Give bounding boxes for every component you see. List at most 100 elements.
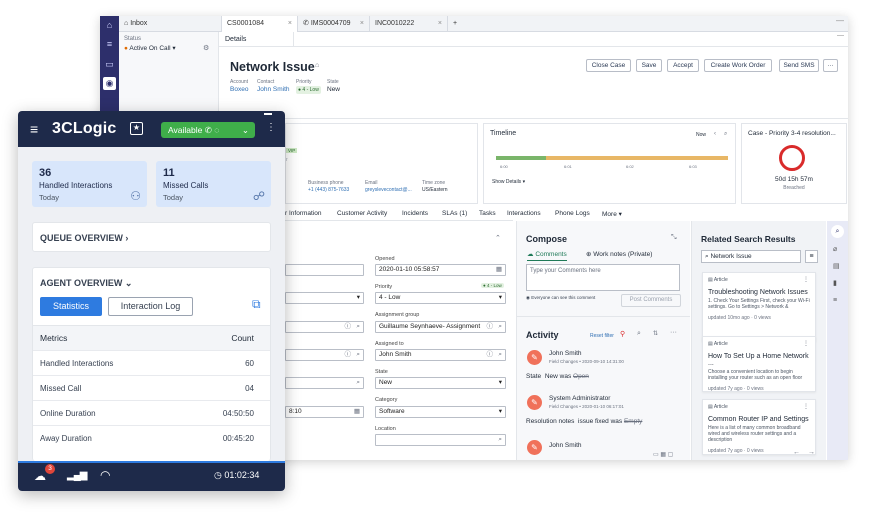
star-icon[interactable]: ★ (130, 122, 143, 135)
now-button[interactable]: Now (696, 132, 706, 138)
search-icon[interactable]: ⌕ (637, 330, 641, 338)
search-icon[interactable]: ⌕ (831, 225, 844, 238)
assigned-to-field[interactable]: John Smith ⓘ ⌕ (375, 349, 506, 361)
search-icon[interactable]: ⌕ (498, 350, 502, 360)
queue-overview-section[interactable]: QUEUE OVERVIEW › (32, 222, 271, 252)
zoom-in-icon[interactable]: ⌕ (724, 131, 727, 138)
tab-phone-logs[interactable]: Phone Logs (555, 210, 590, 217)
form-select-partial[interactable]: ▾ (285, 292, 364, 304)
account-link[interactable]: Boxeo (230, 86, 248, 93)
related-search-input[interactable]: ⌕ Network Issue (701, 250, 801, 263)
zoom-out-icon[interactable]: ‹ (714, 131, 716, 137)
accept-button[interactable]: Accept (667, 59, 699, 72)
send-sms-button[interactable]: Send SMS (779, 59, 819, 72)
handled-interactions-card[interactable]: 36 Handled Interactions Today ⚇ (32, 161, 147, 207)
close-icon[interactable]: × (288, 16, 292, 32)
info-icon[interactable]: ⓘ (345, 350, 352, 360)
close-icon[interactable]: × (438, 16, 442, 32)
close-case-button[interactable]: Close Case (586, 59, 631, 72)
search-icon[interactable]: ⌕ (356, 322, 360, 332)
form-field-partial[interactable] (285, 264, 364, 276)
tab-work-notes[interactable]: ⊕ Work notes (Private) (586, 250, 652, 258)
business-phone-link[interactable]: +1 (443) 875-7633 (308, 187, 349, 193)
tab-customer-activity[interactable]: Customer Activity (337, 210, 387, 217)
menu-icon[interactable]: ≡ (30, 122, 38, 136)
stats-icon[interactable]: ▂▄▆ (67, 470, 87, 481)
tab-inbox[interactable]: ⌂ Inbox (119, 16, 222, 32)
tab-interaction-log[interactable]: Interaction Log (108, 297, 193, 316)
location-field[interactable]: ⌕ (375, 434, 506, 446)
inbox-icon[interactable]: ▭ (103, 58, 116, 71)
tab-details[interactable]: Details (219, 32, 294, 47)
gear-icon[interactable]: ⚙ (203, 44, 209, 52)
sort-icon[interactable]: ⇅ (653, 330, 658, 337)
status-select[interactable]: ● Active On Call ▾ (124, 44, 176, 52)
email-link[interactable]: greyslevecontact@... (365, 187, 412, 193)
tag-icon[interactable]: ⌂ (315, 62, 319, 69)
tab-inc[interactable]: INC0010222 × (370, 16, 448, 32)
tab-information[interactable]: r Information (285, 210, 322, 217)
filter-icon[interactable]: ⚲ (620, 330, 625, 338)
collapse-chevron-icon[interactable]: ⌃ (495, 234, 501, 242)
save-button[interactable]: Save (636, 59, 662, 72)
post-comments-button[interactable]: Post Comments (621, 294, 681, 307)
info-icon[interactable]: ⓘ (486, 322, 493, 332)
related-article-card[interactable]: ▤ Article ⋮ Troubleshooting Network Issu… (702, 272, 816, 342)
comment-textarea[interactable]: Type your Comments here (526, 264, 680, 291)
attachment-icon[interactable]: ⌀ (833, 245, 837, 253)
priority-select[interactable]: 4 - Low ▾ (375, 292, 506, 304)
tab-more[interactable]: More ▾ (602, 210, 622, 218)
missed-calls-card[interactable]: 11 Missed Calls Today ☍ (156, 161, 271, 207)
more-icon[interactable]: ⋮ (803, 340, 809, 347)
external-link-icon[interactable]: ⧉ (252, 297, 261, 312)
file-icon[interactable]: ▮ (833, 279, 837, 287)
more-actions-button[interactable]: ··· (823, 59, 838, 72)
tab-slas[interactable]: SLAs (1) (442, 210, 467, 217)
headset-icon[interactable]: ◠ (100, 468, 110, 482)
more-icon[interactable]: ⋮ (803, 403, 809, 410)
contact-link[interactable]: John Smith (257, 86, 290, 93)
minimize-icon[interactable] (264, 113, 272, 115)
arrow-right-icon[interactable]: → (808, 449, 815, 456)
search-icon[interactable]: ⌕ (498, 435, 502, 445)
minimize-icon[interactable]: — (837, 32, 844, 39)
close-icon[interactable]: × (360, 16, 364, 32)
related-article-card[interactable]: ▤ Article ⋮ Common Router IP and Setting… (702, 399, 816, 455)
tab-incidents[interactable]: Incidents (402, 210, 428, 217)
arrow-left-icon[interactable]: ← (793, 449, 800, 456)
add-tab-button[interactable]: + (448, 16, 464, 32)
tab-interactions[interactable]: Interactions (507, 210, 541, 217)
assignment-group-field[interactable]: Guillaume Seynhaeve- Assignment ⓘ ⌕ (375, 321, 506, 333)
opened-field[interactable]: 2020-01-10 05:58:57 ▦ (375, 264, 506, 276)
form-reference-partial[interactable]: ⓘ ⌕ (285, 321, 364, 333)
tab-statistics[interactable]: Statistics (40, 297, 102, 316)
form-reference-partial[interactable]: ⓘ ⌕ (285, 349, 364, 361)
filter-menu-button[interactable]: ≡ (805, 250, 818, 263)
availability-dropdown[interactable]: Available ✆ ◌ ⌄ (161, 122, 255, 138)
tab-tasks[interactable]: Tasks (479, 210, 496, 217)
list-icon[interactable]: ≡ (103, 38, 116, 51)
agent-icon[interactable]: ◉ (103, 77, 116, 90)
minimize-icon[interactable]: — (836, 16, 844, 25)
more-icon[interactable]: ⋮ (803, 276, 809, 283)
search-icon[interactable]: ⌕ (498, 322, 502, 332)
home-icon[interactable]: ⌂ (103, 19, 116, 32)
create-work-order-button[interactable]: Create Work Order (704, 59, 772, 72)
calendar-icon[interactable]: ▦ (496, 265, 502, 275)
form-datetime-partial[interactable]: 8:10 ▦ (285, 406, 364, 418)
state-select[interactable]: New ▾ (375, 377, 506, 389)
info-icon[interactable]: ⓘ (487, 350, 494, 360)
tab-ims[interactable]: ✆ IMS0004709 × (298, 16, 370, 32)
layout-icon[interactable]: ▭ ▦ ▢ (653, 451, 673, 458)
related-article-card[interactable]: ▤ Article ⋮ How To Set Up a Home Network… (702, 336, 816, 392)
category-select[interactable]: Software ▾ (375, 406, 506, 418)
info-icon[interactable]: ⓘ (345, 322, 352, 332)
search-icon[interactable]: ⌕ (356, 350, 360, 360)
reset-filter-link[interactable]: Reset filter (590, 333, 614, 339)
form-reference-partial[interactable]: ⌕ (285, 377, 364, 389)
agent-overview-toggle[interactable]: AGENT OVERVIEW ⌄ (40, 278, 132, 289)
expand-icon[interactable]: ⤡ (671, 234, 677, 242)
document-icon[interactable]: ▤ (833, 262, 840, 270)
kebab-menu-icon[interactable]: ⋮ (266, 122, 276, 133)
search-icon[interactable]: ⌕ (356, 378, 360, 388)
